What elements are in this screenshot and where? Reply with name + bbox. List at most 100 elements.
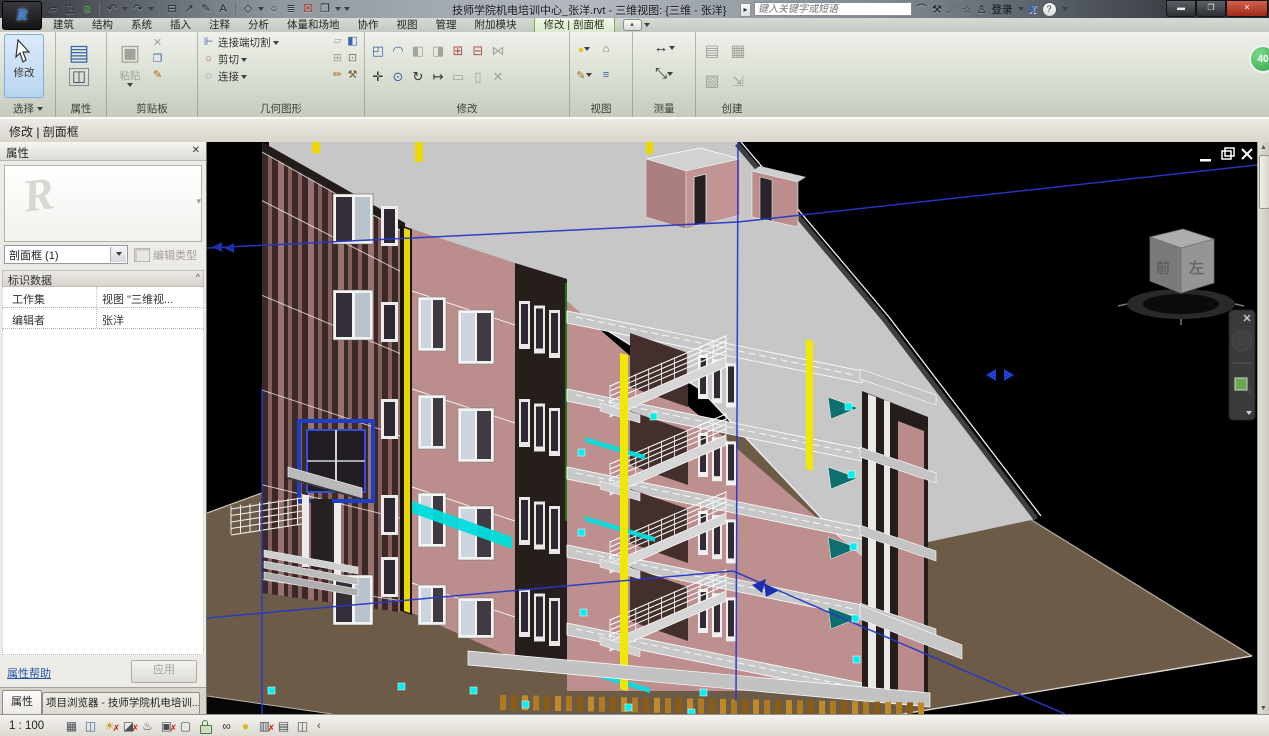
tab-project-browser[interactable]: 项目浏览器 - 技师学院机电培训... [42, 692, 200, 714]
tab-systems[interactable]: 系统 [122, 18, 161, 32]
section-box-grip[interactable] [850, 543, 857, 550]
text-icon[interactable]: A [216, 1, 230, 17]
match-type-icon[interactable] [150, 69, 165, 82]
tab-architecture[interactable]: 建筑 [44, 18, 83, 32]
panel-select-label[interactable]: 选择 [1, 101, 55, 116]
demolish-icon[interactable] [330, 52, 345, 69]
switch-windows-icon[interactable] [318, 1, 332, 17]
section-box-grip[interactable] [688, 709, 695, 714]
split-face-icon[interactable] [345, 52, 360, 69]
subscription-icon[interactable] [932, 3, 942, 16]
type-properties-icon[interactable] [69, 68, 89, 86]
wall-joins-icon[interactable] [345, 35, 360, 52]
undo-caret-icon[interactable] [122, 7, 128, 11]
model-scene[interactable]: 前左 [207, 142, 1257, 714]
scroll-up-icon[interactable]: ▲ [1260, 144, 1267, 151]
section-box-grip[interactable] [625, 704, 632, 711]
analytical-model-icon[interactable] [275, 718, 292, 734]
tab-annotate[interactable]: 注释 [200, 18, 239, 32]
lightbulb-button[interactable] [578, 40, 591, 58]
mirror-axis-icon[interactable] [411, 44, 426, 57]
close-button[interactable]: ✕ [1226, 0, 1268, 17]
section-box-grip[interactable] [268, 687, 275, 694]
crop-region-icon[interactable] [177, 718, 194, 734]
default-3d-view-icon[interactable] [241, 1, 255, 17]
favorites-icon[interactable] [962, 3, 972, 16]
pin-icon[interactable] [451, 70, 466, 83]
section-box-grip[interactable] [578, 449, 585, 456]
create-group-icon[interactable] [705, 45, 720, 58]
section-box-grip[interactable] [578, 529, 585, 536]
offset-icon[interactable] [391, 44, 406, 57]
edit-type-button[interactable]: 编辑类型 [134, 247, 197, 263]
move-icon[interactable] [371, 70, 386, 83]
copy-tool-icon[interactable] [391, 70, 406, 83]
crop-view-icon[interactable] [158, 718, 175, 734]
delete-icon[interactable] [491, 70, 506, 83]
scroll-down-icon[interactable]: ▼ [1260, 705, 1267, 712]
sync-icon[interactable] [80, 1, 94, 17]
tab-manage[interactable]: 管理 [427, 18, 466, 32]
type-selector[interactable]: 剖面框 (1) [4, 245, 128, 264]
signin-label[interactable]: 登录 [992, 2, 1013, 17]
tab-analyze[interactable]: 分析 [239, 18, 278, 32]
preview-caret-icon[interactable]: ▾ [196, 196, 201, 207]
property-row[interactable]: 工作集 视图 "三维视... [2, 287, 204, 308]
section-box-grip[interactable] [845, 403, 852, 410]
title-next-icon[interactable]: ▸ [740, 3, 751, 17]
create-assembly-icon[interactable] [731, 45, 746, 58]
status-expand-icon[interactable]: ‹ [317, 720, 321, 732]
save-icon[interactable] [63, 1, 77, 17]
search-binoculars-icon[interactable] [916, 1, 927, 17]
temporary-view-properties-icon[interactable] [256, 718, 273, 734]
signin-icon[interactable] [977, 3, 987, 16]
model-viewport[interactable]: 前左 [207, 142, 1257, 714]
section-box-grip[interactable] [398, 683, 405, 690]
application-menu-button[interactable]: R [2, 1, 42, 30]
undo-icon[interactable] [105, 1, 119, 17]
section-icon[interactable] [267, 1, 281, 17]
linework-button[interactable] [576, 66, 591, 84]
communication-icon[interactable] [947, 3, 957, 16]
cut-icon[interactable] [150, 37, 165, 50]
redo-icon[interactable] [131, 1, 145, 17]
tab-view[interactable]: 视图 [388, 18, 427, 32]
type-selector-caret-icon[interactable] [110, 247, 126, 262]
section-box-grip[interactable] [852, 615, 859, 622]
align-icon[interactable] [371, 44, 386, 57]
hammer-icon[interactable] [345, 69, 360, 86]
redo-caret-icon[interactable] [148, 7, 154, 11]
sun-path-icon[interactable] [101, 718, 118, 734]
signin-caret-icon[interactable] [1018, 7, 1024, 11]
split-gap-icon[interactable] [471, 44, 486, 57]
measure-between-button[interactable] [655, 65, 673, 83]
close-palette-icon[interactable]: ✕ [192, 145, 200, 156]
apply-button[interactable]: 应用 [131, 660, 197, 683]
rotate-icon[interactable] [411, 70, 426, 83]
reveal-hidden-elements-icon[interactable] [237, 718, 254, 734]
restore-button[interactable]: ❐ [1196, 0, 1226, 17]
render-dialog-icon[interactable] [139, 718, 156, 734]
paint-icon[interactable] [330, 69, 345, 86]
shadows-icon[interactable] [120, 718, 137, 734]
temporary-hide-isolate-icon[interactable] [218, 718, 235, 734]
property-row[interactable]: 编辑者 张洋 [2, 308, 204, 329]
tab-properties-palette[interactable]: 属性 [2, 690, 42, 714]
array-icon[interactable] [471, 70, 486, 83]
row-value[interactable]: 视图 "三维视... [97, 287, 173, 307]
identity-data-group[interactable]: 标识数据^ [2, 270, 204, 287]
minimize-button[interactable]: ▬ [1166, 0, 1196, 17]
tab-modify-section-box[interactable]: 修改 | 剖面框 [534, 17, 615, 32]
beam-copy-icon[interactable] [330, 35, 345, 52]
unlocked-view-icon[interactable] [200, 725, 212, 734]
section-box-grip[interactable] [853, 656, 860, 663]
section-box-grip[interactable] [700, 689, 707, 696]
scale-control[interactable]: 1 : 100 [9, 720, 61, 732]
detail-level-icon[interactable] [63, 718, 80, 734]
properties-help-link[interactable]: 属性帮助 [7, 665, 51, 681]
override-graphics-icon[interactable] [599, 69, 614, 82]
measure-length-button[interactable] [654, 39, 675, 57]
section-box-grip[interactable] [848, 471, 855, 478]
help-caret-icon[interactable] [1062, 7, 1068, 11]
section-box-grip[interactable] [470, 687, 477, 694]
